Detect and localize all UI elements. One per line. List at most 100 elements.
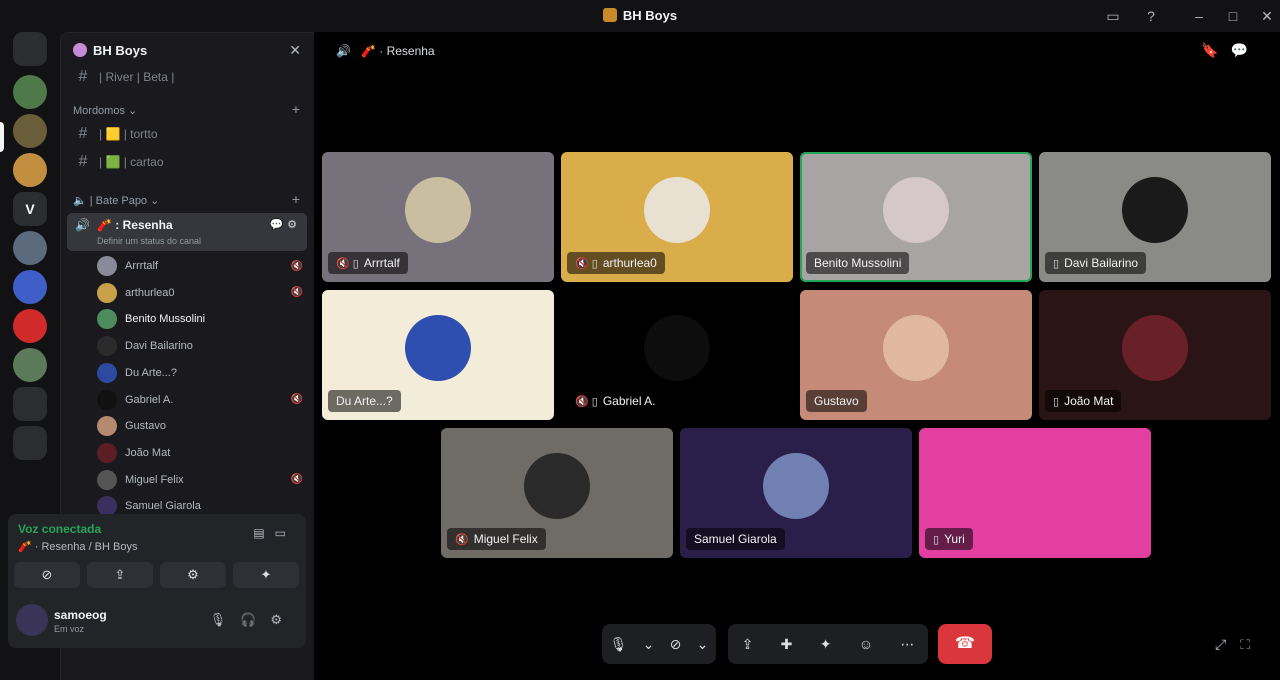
participant-name: Yuri (944, 532, 965, 546)
participant-tile[interactable]: Gustavo (800, 290, 1032, 420)
help-icon[interactable]: ? (1140, 6, 1162, 26)
channel-tortto[interactable]: # | 🟨 | tortto (69, 122, 307, 146)
participant-label: 🔇 ▯ Gabriel A. (567, 390, 664, 412)
chevron-down-icon[interactable]: ⌄ (643, 636, 655, 653)
participant-tile[interactable]: ▯ Davi Bailarino (1039, 152, 1271, 282)
guild-10-icon[interactable] (13, 426, 47, 460)
voice-member[interactable]: Gabriel A. 🔇 (97, 389, 303, 411)
server-header[interactable]: BH Boys ✕ (61, 33, 315, 69)
soundboard-icon[interactable]: ✦ (820, 636, 832, 653)
camera-button[interactable]: ⊘ (14, 562, 80, 588)
guild-5-icon[interactable] (13, 231, 47, 265)
voice-member[interactable]: João Mat (97, 442, 303, 464)
discord-home-icon[interactable] (13, 32, 47, 66)
participant-tile[interactable]: ▯ Yuri (919, 428, 1151, 558)
stage-header-actions[interactable]: 🔖💬 (1201, 42, 1260, 59)
close-icon[interactable]: ✕ (1256, 6, 1278, 26)
voice-member[interactable]: Miguel Felix 🔇 (97, 469, 303, 491)
soundboard-icon: ✦ (260, 567, 272, 582)
participant-label: ▯ João Mat (1045, 390, 1122, 412)
channel-icon: 🧨 · (360, 44, 387, 58)
avatar (97, 362, 117, 383)
guild-8-icon[interactable] (13, 348, 47, 382)
participant-name: Gustavo (814, 394, 859, 408)
soundboard-button[interactable]: ✦ (233, 562, 299, 588)
voice-member[interactable]: Gustavo (97, 415, 303, 437)
add-channel-icon[interactable]: + (292, 191, 300, 207)
hangup-button[interactable]: ☎ (938, 624, 992, 664)
guild-6-icon[interactable] (13, 270, 47, 304)
voice-channel-resenha[interactable]: 🔊 🧨 : Resenha Definir um status do canal… (67, 213, 307, 251)
category-bate-papo[interactable]: 🔈 | Bate Papo ⌄ (73, 194, 159, 207)
screen-share-icon[interactable]: ⇪ (742, 636, 754, 653)
category-mordomos[interactable]: Mordomos ⌄ (73, 104, 137, 117)
guild-3-icon[interactable] (13, 153, 47, 187)
activities-icon[interactable]: ✚ (781, 636, 793, 653)
hash-icon: # (78, 125, 88, 142)
participant-tile[interactable]: 🔇 ▯ Gabriel A. (561, 290, 793, 420)
channel-status-placeholder[interactable]: Definir um status do canal (97, 236, 201, 246)
user-avatar[interactable] (16, 604, 48, 636)
participant-tile[interactable]: ▯ João Mat (1039, 290, 1271, 420)
minimize-icon[interactable]: – (1188, 6, 1210, 26)
server-icon (602, 8, 617, 22)
participant-label: ▯ Yuri (925, 528, 973, 550)
member-name: Arrrtalf (125, 260, 158, 272)
channel-cartao[interactable]: # | 🟩 | cartao (69, 150, 307, 174)
hangup-icon: ☎ (955, 635, 975, 652)
guild-7-icon[interactable] (13, 309, 47, 343)
screen-share-icon: ⇪ (114, 567, 126, 582)
add-channel-icon[interactable]: + (292, 101, 300, 117)
voice-member[interactable]: arthurlea0 🔇 (97, 282, 303, 304)
camera-icon: ⊘ (41, 567, 53, 582)
hash-icon: # (78, 68, 88, 85)
voice-member[interactable]: Du Arte...? (97, 362, 303, 384)
participant-tile[interactable]: 🔇 Miguel Felix (441, 428, 673, 558)
microphone-icon[interactable]: 🎙 (610, 636, 628, 653)
voice-location[interactable]: 🧨 · Resenha / BH Boys (18, 540, 137, 553)
speaker-icon: 🔈 (73, 195, 87, 207)
voice-member[interactable]: Davi Bailarino (97, 335, 303, 357)
status-icons: 🔇 (455, 534, 469, 546)
activities-button[interactable]: ⚙ (160, 562, 226, 588)
participant-tile[interactable]: 🔇 ▯ arthurlea0 (561, 152, 793, 282)
participant-tile[interactable]: Benito Mussolini (800, 152, 1032, 282)
more-icon[interactable]: ⋯ (900, 636, 914, 653)
participant-name: Arrrtalf (363, 256, 400, 270)
inbox-icon[interactable]: ▭ (1102, 6, 1124, 26)
participant-tile[interactable]: 🔇 ▯ Arrrtalf (322, 152, 554, 282)
voice-member[interactable]: Benito Mussolini (97, 308, 303, 330)
user-controls[interactable]: 🎙🎧⚙ (210, 612, 296, 628)
channel-river[interactable]: # | River | Beta | (69, 65, 307, 89)
member-name: Gustavo (125, 420, 166, 433)
voice-member[interactable]: Arrrtalf 🔇 (97, 255, 303, 277)
voice-channel-name: 🧨 : Resenha (97, 218, 173, 232)
avatar (97, 256, 117, 276)
participant-name: Du Arte...? (336, 394, 393, 408)
camera-off-icon[interactable]: ⊘ (670, 636, 682, 653)
user-name: samoeog (54, 608, 107, 622)
emoji-icon[interactable]: ☺ (859, 636, 873, 652)
voice-channel-actions[interactable]: 💬⚙ (269, 218, 301, 231)
guild-9-icon[interactable] (13, 387, 47, 421)
participant-tile[interactable]: Du Arte...? (322, 290, 554, 420)
call-actions: ⇪ ✚ ✦ ☺ ⋯ (728, 624, 928, 664)
guild-2-icon[interactable] (13, 114, 47, 148)
chevron-down-icon[interactable]: ⌄ (697, 636, 709, 653)
participant-avatar (644, 315, 710, 381)
participant-tile[interactable]: Samuel Giarola (680, 428, 912, 558)
user-panel: samoeog Em voz 🎙🎧⚙ (8, 596, 306, 648)
avatar (97, 336, 117, 357)
member-name: Gabriel A. (125, 393, 174, 406)
voice-panel-icons[interactable]: ▤▭ (253, 526, 296, 540)
avatar (97, 309, 117, 330)
participant-label: 🔇 ▯ Arrrtalf (328, 252, 408, 274)
view-controls[interactable]: ⤢⛶ (1215, 636, 1264, 653)
guild-1-icon[interactable] (13, 75, 47, 109)
screen-share-button[interactable]: ⇪ (87, 562, 153, 588)
guild-v-icon[interactable]: V (13, 192, 47, 226)
close-icon[interactable]: ✕ (289, 42, 301, 59)
participant-label: Samuel Giarola (686, 528, 785, 550)
title-bar: BH Boys ▭ ? – □ ✕ (0, 0, 1280, 32)
maximize-icon[interactable]: □ (1222, 6, 1244, 26)
